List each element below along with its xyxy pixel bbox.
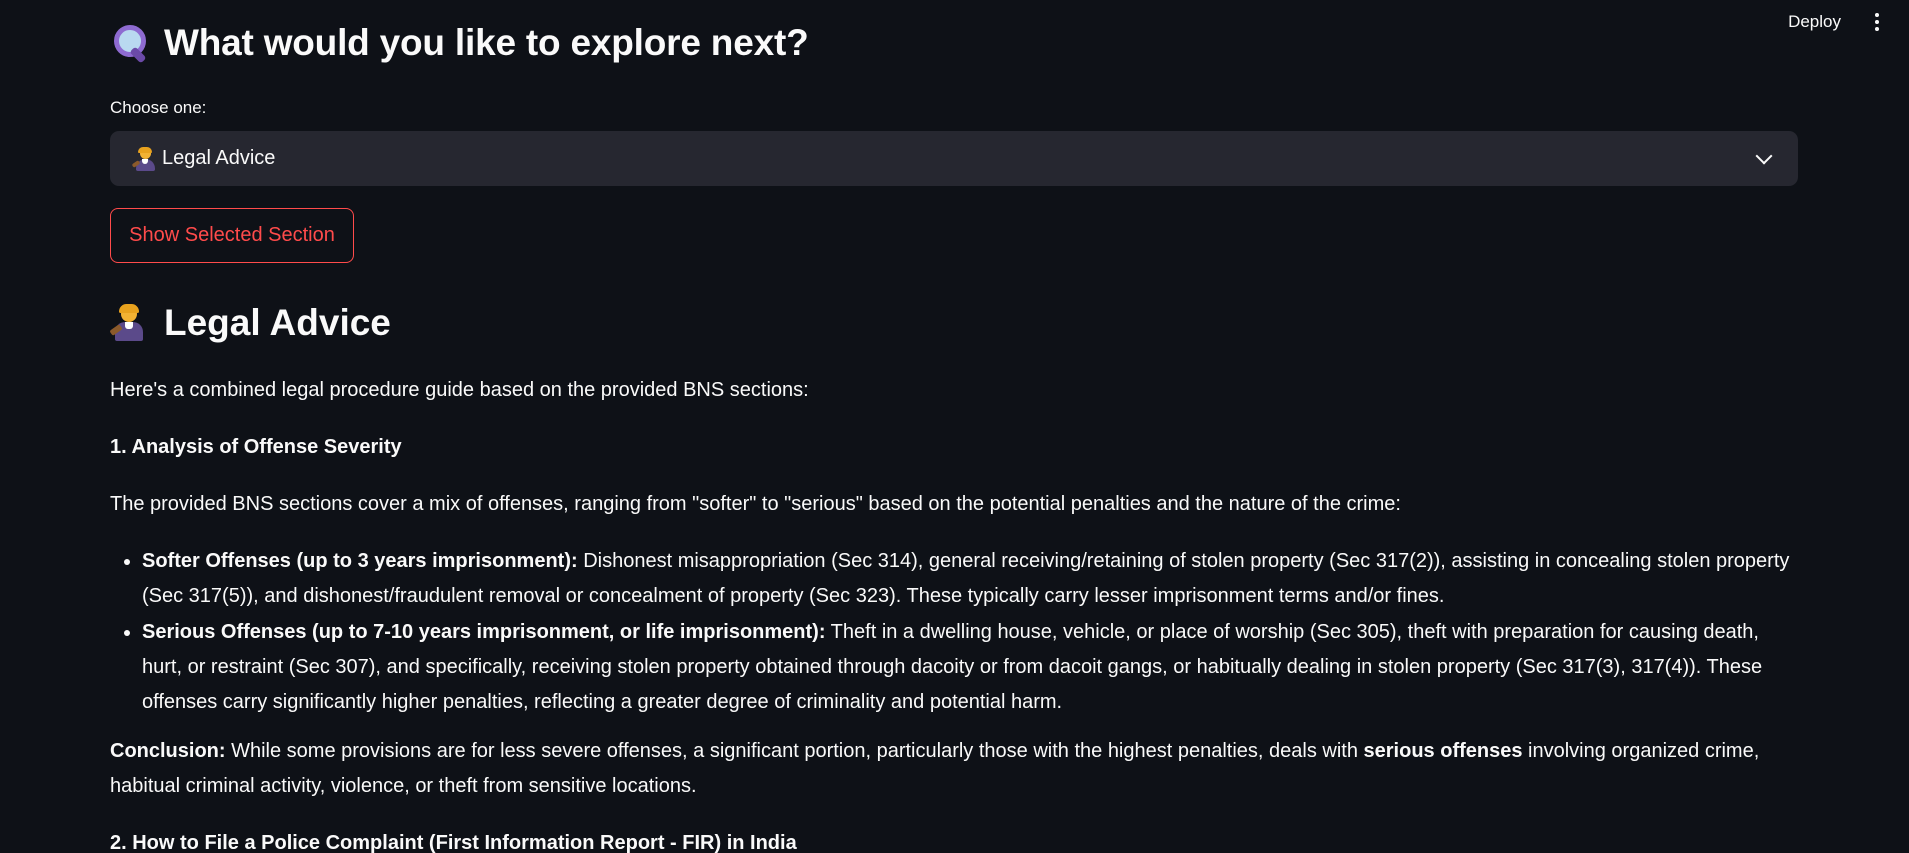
conclusion-emphasis: serious offenses [1363, 740, 1523, 762]
page-title-text: What would you like to explore next? [164, 22, 809, 63]
list-item: Serious Offenses (up to 7-10 years impri… [142, 615, 1798, 720]
intro-text: Here's a combined legal procedure guide … [110, 379, 809, 401]
conclusion-paragraph: Conclusion: While some provisions are fo… [110, 734, 1798, 804]
select-label: Choose one: [110, 98, 207, 117]
deploy-button[interactable]: Deploy [1778, 6, 1851, 38]
app: Deploy What would you like to explore ne… [0, 0, 1909, 853]
list-item-lead: Serious Offenses (up to 7-10 years impri… [142, 621, 826, 643]
section-select[interactable]: Legal Advice [110, 131, 1798, 186]
section-title: Legal Advice [109, 302, 391, 344]
subheading-fir: 2. How to File a Police Complaint (First… [110, 832, 797, 853]
severity-paragraph: The provided BNS sections cover a mix of… [110, 493, 1401, 515]
list-item: Softer Offenses (up to 3 years imprisonm… [142, 544, 1798, 614]
show-selected-section-button[interactable]: Show Selected Section [110, 208, 354, 263]
select-value: Legal Advice [162, 147, 276, 169]
conclusion-lead: Conclusion: [110, 740, 226, 762]
offense-list: Softer Offenses (up to 3 years imprisonm… [110, 544, 1798, 720]
toolbar: Deploy [1778, 0, 1909, 44]
section-content: Here's a combined legal procedure guide … [110, 373, 1798, 853]
judge-icon [131, 146, 158, 172]
page-title: What would you like to explore next? [110, 22, 809, 64]
subheading-severity: 1. Analysis of Offense Severity [110, 436, 402, 458]
judge-icon [109, 303, 150, 343]
section-title-text: Legal Advice [164, 302, 391, 343]
main-menu-icon[interactable] [1869, 9, 1885, 35]
chevron-down-icon[interactable] [1755, 147, 1773, 164]
conclusion-text: While some provisions are for less sever… [225, 740, 1364, 762]
list-item-lead: Softer Offenses (up to 3 years imprisonm… [142, 550, 578, 572]
magnifying-glass-icon [110, 23, 150, 64]
